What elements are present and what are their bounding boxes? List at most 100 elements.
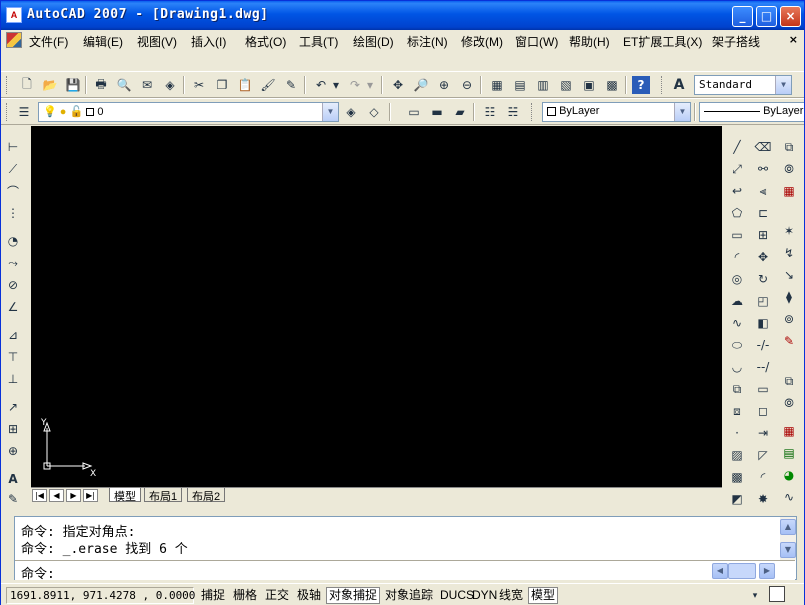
close-button[interactable]: × (780, 6, 801, 27)
quick-dim-icon[interactable]: ⊿ (4, 326, 22, 344)
menu-express-tools[interactable]: ET扩展工具(X) (623, 33, 702, 50)
rectangle-icon[interactable]: ▭ (728, 226, 746, 244)
zoom-realtime-icon[interactable]: 🔎 (412, 76, 430, 94)
redo-icon[interactable]: ↷ (346, 76, 364, 94)
help-icon[interactable]: ? (632, 76, 650, 94)
horizontal-scroll-thumb[interactable] (728, 563, 756, 579)
polygon-icon[interactable]: ⬠ (728, 204, 746, 222)
ellipse-arc-icon[interactable]: ◡ (728, 358, 746, 376)
document-icon[interactable] (6, 32, 22, 48)
break-at-point-icon[interactable]: ▭ (754, 380, 772, 398)
document-close-icon[interactable]: × (789, 33, 798, 46)
last-tab-button[interactable]: ▶| (83, 489, 98, 502)
tab-layout2[interactable]: 布局2 (187, 488, 226, 503)
text-style-select[interactable]: Standard ▼ (694, 75, 792, 95)
pan-icon[interactable]: ✥ (389, 76, 407, 94)
gradient-icon[interactable]: ▩ (728, 468, 746, 486)
status-menu-icon[interactable]: ▾ (749, 587, 761, 605)
et-tool-2-icon[interactable]: ⦾ (780, 160, 798, 178)
layer-freeze-icon[interactable]: ▬ (428, 103, 446, 121)
dim-jogged-icon[interactable]: ⤳ (4, 254, 22, 272)
insert-block-icon[interactable]: ⧉ (728, 380, 746, 398)
chevron-down-icon[interactable]: ▼ (322, 103, 338, 121)
drawing-canvas[interactable]: Y X (31, 126, 722, 487)
center-mark-icon[interactable]: ⊕ (4, 442, 22, 460)
et-tool-12-icon[interactable]: ▦ (780, 422, 798, 440)
sheet-set-icon[interactable]: ▧ (557, 76, 575, 94)
dim-aligned-icon[interactable]: ⟋ (4, 160, 22, 178)
menu-window[interactable]: 窗口(W) (515, 33, 558, 50)
make-object-layer-current-icon[interactable]: ◈ (342, 103, 360, 121)
osnap-toggle[interactable]: 对象捕捉 (326, 587, 381, 604)
undo-icon[interactable]: ↶ (312, 76, 330, 94)
command-input[interactable]: 命令: ◀ ▶ (15, 560, 795, 582)
properties-icon[interactable]: ▦ (488, 76, 506, 94)
command-scrollbar[interactable]: ▲ ▼ (780, 517, 796, 560)
circle-icon[interactable]: ◎ (728, 270, 746, 288)
open-icon[interactable]: 📂 (41, 76, 59, 94)
stretch-icon[interactable]: ◧ (754, 314, 772, 332)
et-tool-15-icon[interactable]: ∿ (780, 488, 798, 506)
color-select[interactable]: ByLayer ▼ (542, 102, 691, 122)
tab-layout1[interactable]: 布局1 (144, 488, 183, 503)
spline-icon[interactable]: ∿ (728, 314, 746, 332)
lineweight-toggle[interactable]: 线宽 (496, 587, 526, 604)
dim-linear-icon[interactable]: ⊢ (4, 138, 22, 156)
toolbar-grip[interactable] (6, 76, 9, 94)
toolbar-grip[interactable] (661, 76, 664, 94)
rotate-icon[interactable]: ↻ (754, 270, 772, 288)
mirror-icon[interactable]: ⫷ (754, 182, 772, 200)
next-tab-button[interactable]: ▶ (66, 489, 81, 502)
dim-radius-icon[interactable]: ◔ (4, 232, 22, 250)
chevron-down-icon[interactable]: ▼ (775, 76, 791, 94)
save-icon[interactable]: 💾 (64, 76, 82, 94)
tool-palettes-icon[interactable]: ▥ (534, 76, 552, 94)
minimize-button[interactable]: _ (732, 6, 753, 27)
et-tool-13-icon[interactable]: ▤ (780, 444, 798, 462)
region-icon[interactable]: ◩ (728, 490, 746, 508)
block-editor-icon[interactable]: ✎ (282, 76, 300, 94)
toolbar-grip[interactable] (531, 103, 534, 121)
grid-toggle[interactable]: 栅格 (230, 587, 260, 604)
menu-format[interactable]: 格式(O) (245, 33, 286, 50)
menu-view[interactable]: 视图(V) (137, 33, 177, 50)
erase-icon[interactable]: ⌫ (754, 138, 772, 156)
layer-match-icon[interactable]: ☵ (504, 103, 522, 121)
otrack-toggle[interactable]: 对象追踪 (382, 587, 436, 604)
scroll-left-icon[interactable]: ◀ (712, 563, 728, 579)
cut-icon[interactable]: ✂ (190, 76, 208, 94)
arc-icon[interactable]: ◜ (728, 248, 746, 266)
prev-tab-button[interactable]: ◀ (49, 489, 64, 502)
move-icon[interactable]: ✥ (754, 248, 772, 266)
clean-screen-icon[interactable] (769, 586, 785, 602)
tab-model[interactable]: 模型 (109, 488, 141, 503)
menu-edit[interactable]: 编辑(E) (83, 33, 123, 50)
ortho-toggle[interactable]: 正交 (262, 587, 292, 604)
chevron-down-icon[interactable]: ▼ (674, 103, 690, 121)
construction-line-icon[interactable]: ⤢ (728, 160, 746, 178)
copy-object-icon[interactable]: ⚯ (754, 160, 772, 178)
autocad-app-icon[interactable]: A (6, 7, 22, 23)
polyline-icon[interactable]: ↩ (728, 182, 746, 200)
et-tool-4-icon[interactable]: ✶ (780, 222, 798, 240)
menu-insert[interactable]: 插入(I) (191, 33, 226, 50)
dim-ordinate-icon[interactable]: ⋮ (4, 204, 22, 222)
et-tool-5-icon[interactable]: ↯ (780, 244, 798, 262)
et-tool-11-icon[interactable]: ⦾ (780, 394, 798, 412)
make-block-icon[interactable]: ⧈ (728, 402, 746, 420)
menu-dimension[interactable]: 标注(N) (407, 33, 448, 50)
menu-file[interactable]: 文件(F) (29, 33, 68, 50)
layer-select[interactable]: 💡 ● 🔓 0 ▼ (38, 102, 339, 122)
paste-icon[interactable]: 📋 (236, 76, 254, 94)
snap-toggle[interactable]: 捕捉 (198, 587, 228, 604)
trim-icon[interactable]: -/- (754, 336, 772, 354)
et-tool-14-icon[interactable]: ◕ (780, 466, 798, 484)
scroll-down-icon[interactable]: ▼ (780, 542, 796, 558)
array-icon[interactable]: ⊞ (754, 226, 772, 244)
et-tool-3-icon[interactable]: ▦ (780, 182, 798, 200)
redo-dropdown-icon[interactable]: ▾ (365, 76, 375, 94)
et-tool-6-icon[interactable]: ↘ (780, 266, 798, 284)
dim-continue-icon[interactable]: ⊥ (4, 370, 22, 388)
dim-edit-icon[interactable]: A (4, 470, 22, 488)
maximize-button[interactable]: □ (756, 6, 777, 27)
